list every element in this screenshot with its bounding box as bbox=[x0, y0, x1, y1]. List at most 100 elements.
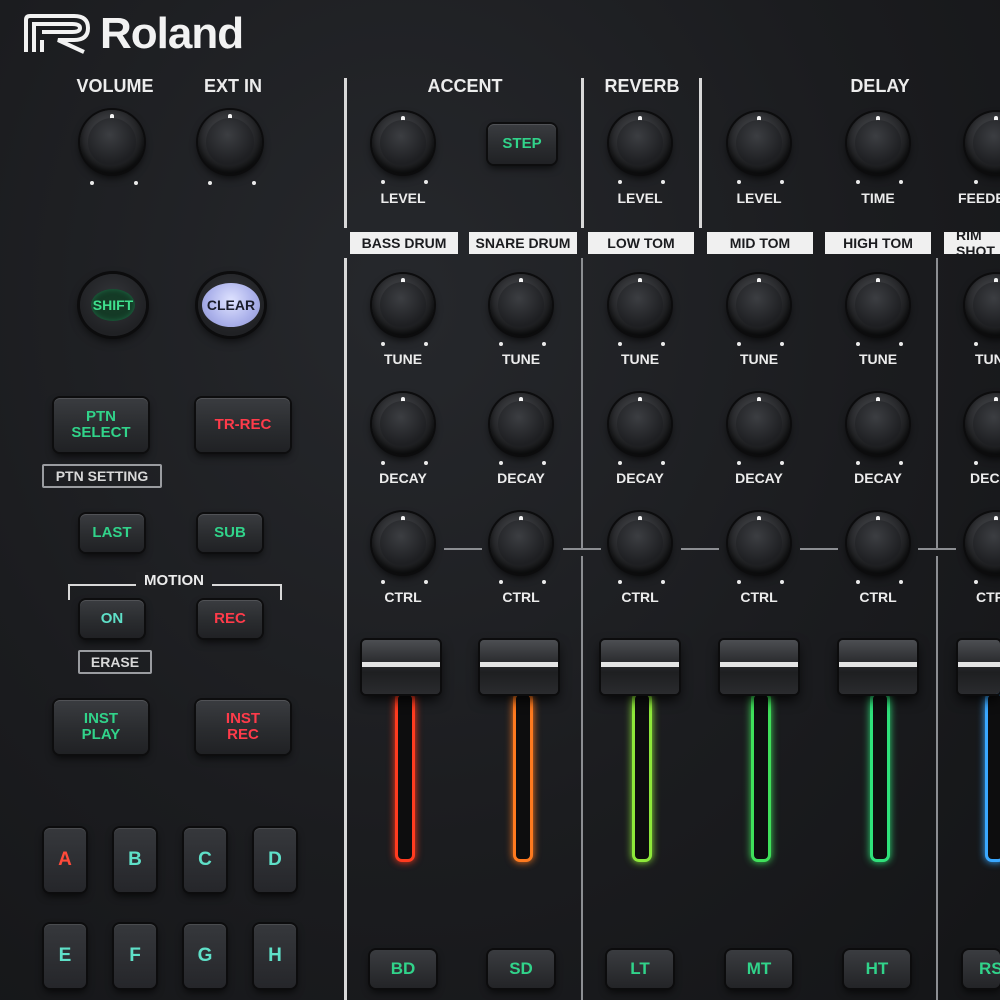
ht-decay-knob[interactable] bbox=[847, 393, 909, 455]
step-button[interactable]: STEP bbox=[488, 124, 556, 164]
bd-tune-label: TUNE bbox=[383, 351, 423, 367]
ht-button[interactable]: HT bbox=[844, 950, 910, 988]
inst-rec-button[interactable]: INST REC bbox=[196, 700, 290, 754]
volume-knob[interactable] bbox=[80, 110, 144, 174]
motion-on-button[interactable]: ON bbox=[80, 600, 144, 638]
sd-decay-label: DECAY bbox=[497, 470, 545, 486]
sd-decay-knob[interactable] bbox=[490, 393, 552, 455]
lt-tune-knob[interactable] bbox=[609, 274, 671, 336]
delay-title: DELAY bbox=[850, 76, 910, 96]
accent-level-label: LEVEL bbox=[380, 190, 426, 206]
ht-fader-track bbox=[861, 692, 897, 862]
pad-e[interactable]: E bbox=[44, 924, 86, 988]
lt-ctrl-knob[interactable] bbox=[609, 512, 671, 574]
bd-button[interactable]: BD bbox=[370, 950, 436, 988]
last-button[interactable]: LAST bbox=[80, 514, 144, 552]
delay-time-knob[interactable] bbox=[847, 112, 909, 174]
rs-ctrl-knob[interactable] bbox=[965, 512, 1000, 574]
rs-tune-label: TUNE bbox=[975, 351, 1000, 367]
reverb-title: REVERB bbox=[604, 76, 680, 96]
bd-fader-cap[interactable] bbox=[362, 640, 440, 694]
sd-fader-track bbox=[504, 692, 540, 862]
pad-f[interactable]: F bbox=[114, 924, 156, 988]
lt-fader-cap[interactable] bbox=[601, 640, 679, 694]
inst-play-button[interactable]: INST PLAY bbox=[54, 700, 148, 754]
roland-logo: Roland bbox=[22, 9, 244, 58]
pad-g[interactable]: G bbox=[184, 924, 226, 988]
bd-decay-knob[interactable] bbox=[372, 393, 434, 455]
reverb-level-knob[interactable] bbox=[609, 112, 671, 174]
tag-low-tom: LOW TOM bbox=[588, 232, 694, 254]
motion-rec-button[interactable]: REC bbox=[198, 600, 262, 638]
ht-ctrl-knob[interactable] bbox=[847, 512, 909, 574]
bd-ctrl-label: CTRL bbox=[384, 589, 422, 605]
mt-ctrl-knob[interactable] bbox=[728, 512, 790, 574]
lt-button[interactable]: LT bbox=[607, 950, 673, 988]
delay-feedback-knob[interactable] bbox=[965, 112, 1000, 174]
bd-tune-knob[interactable] bbox=[372, 274, 434, 336]
volume-label: VOLUME bbox=[76, 76, 154, 96]
mt-decay-knob[interactable] bbox=[728, 393, 790, 455]
sd-button[interactable]: SD bbox=[488, 950, 554, 988]
mt-decay-label: DECAY bbox=[735, 470, 783, 486]
sd-ctrl-knob[interactable] bbox=[490, 512, 552, 574]
ext-in-label: EXT IN bbox=[203, 76, 262, 96]
rs-ctrl-label: CTRL bbox=[976, 589, 1000, 605]
divider-reverb bbox=[581, 78, 584, 228]
pad-c[interactable]: C bbox=[184, 828, 226, 892]
pad-d[interactable]: D bbox=[254, 828, 296, 892]
rs-fader-cap[interactable] bbox=[958, 640, 1000, 694]
mt-tune-knob[interactable] bbox=[728, 274, 790, 336]
sd-tune-label: TUNE bbox=[501, 351, 541, 367]
rs-decay-knob[interactable] bbox=[965, 393, 1000, 455]
mt-fader-cap[interactable] bbox=[720, 640, 798, 694]
delay-time-label: TIME bbox=[861, 190, 895, 206]
delay-feedback-label: FEEDBACK bbox=[958, 190, 1000, 206]
rs-button[interactable]: RS bbox=[963, 950, 1000, 988]
pad-a[interactable]: A bbox=[44, 828, 86, 892]
sd-fader-cap[interactable] bbox=[480, 640, 558, 694]
delay-level-label: LEVEL bbox=[736, 190, 782, 206]
lt-decay-knob[interactable] bbox=[609, 393, 671, 455]
inst-rec-label: INST REC bbox=[225, 710, 261, 743]
lt-ctrl-label: CTRL bbox=[621, 589, 659, 605]
roland-logo-icon bbox=[24, 14, 91, 54]
lt-decay-label: DECAY bbox=[616, 470, 664, 486]
ht-fader-cap[interactable] bbox=[839, 640, 917, 694]
tag-snare-drum: SNARE DRUM bbox=[469, 232, 577, 254]
ht-ctrl-label: CTRL bbox=[859, 589, 897, 605]
motion-label: MOTION bbox=[136, 572, 212, 589]
lt-fader-track bbox=[623, 692, 659, 862]
divider-inst-left bbox=[344, 258, 347, 1000]
bd-decay-label: DECAY bbox=[379, 470, 427, 486]
tag-high-tom: HIGH TOM bbox=[825, 232, 931, 254]
tag-bass-drum: BASS DRUM bbox=[350, 232, 458, 254]
sub-button[interactable]: SUB bbox=[198, 514, 262, 552]
ext-in-knob[interactable] bbox=[198, 110, 262, 174]
rs-decay-label: DECAY bbox=[970, 470, 1000, 486]
clear-button[interactable]: CLEAR bbox=[198, 274, 264, 336]
shift-button[interactable]: SHIFT bbox=[80, 274, 146, 336]
ht-tune-knob[interactable] bbox=[847, 274, 909, 336]
accent-level-knob[interactable] bbox=[372, 112, 434, 174]
bd-fader-track bbox=[386, 692, 422, 862]
delay-level-knob[interactable] bbox=[728, 112, 790, 174]
tr-rec-button[interactable]: TR-REC bbox=[196, 398, 290, 452]
bd-ctrl-knob[interactable] bbox=[372, 512, 434, 574]
sd-tune-knob[interactable] bbox=[490, 274, 552, 336]
brand-name: Roland bbox=[100, 9, 244, 58]
pad-h[interactable]: H bbox=[254, 924, 296, 988]
mt-tune-label: TUNE bbox=[739, 351, 779, 367]
mt-fader-track bbox=[742, 692, 778, 862]
pad-b[interactable]: B bbox=[114, 828, 156, 892]
accent-title: ACCENT bbox=[427, 76, 503, 96]
ptn-select-button[interactable]: PTN SELECT bbox=[54, 398, 148, 452]
tag-rim-shot: RIM SHOT bbox=[944, 232, 1000, 254]
erase-tag: ERASE bbox=[78, 650, 152, 674]
clear-label: CLEAR bbox=[202, 283, 260, 327]
mt-ctrl-label: CTRL bbox=[740, 589, 778, 605]
inst-play-label: INST PLAY bbox=[81, 710, 121, 743]
ptn-select-label: PTN SELECT bbox=[71, 408, 131, 441]
rs-tune-knob[interactable] bbox=[965, 274, 1000, 336]
mt-button[interactable]: MT bbox=[726, 950, 792, 988]
